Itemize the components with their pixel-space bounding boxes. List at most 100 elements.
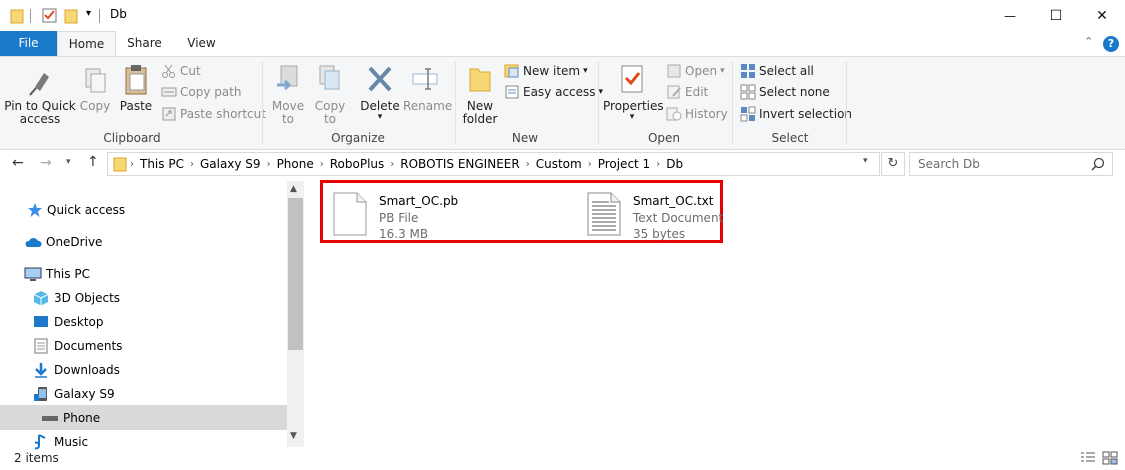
scrollbar-thumb[interactable] xyxy=(288,198,303,350)
nav-item-this-pc[interactable]: This PC xyxy=(24,262,90,286)
help-icon[interactable]: ? xyxy=(1103,36,1119,52)
refresh-icon[interactable]: ↻ xyxy=(881,152,905,176)
breadcrumb-chevron-icon[interactable]: › xyxy=(264,159,274,170)
nav-item-phone[interactable]: Phone xyxy=(41,406,100,430)
rename-button[interactable]: Rename xyxy=(403,63,452,113)
address-history-dropdown-icon[interactable]: ▾ xyxy=(863,156,868,166)
breadcrumb-custom[interactable]: Custom xyxy=(533,157,585,171)
copy-icon xyxy=(85,68,106,93)
file-name: Smart_OC.pb xyxy=(379,194,459,208)
maximize-button[interactable]: ☐ xyxy=(1033,0,1079,31)
delete-button[interactable]: Delete ▾ xyxy=(360,63,400,122)
copy-to-icon xyxy=(319,65,340,90)
new-folder-quick-icon[interactable] xyxy=(64,7,78,24)
nav-item-label: Music xyxy=(54,435,89,449)
easy-access-button[interactable]: Easy access ▾ xyxy=(504,83,603,101)
tab-home[interactable]: Home xyxy=(57,31,116,57)
copy-to-button[interactable]: Copy to xyxy=(310,63,350,126)
properties-icon xyxy=(621,65,643,93)
properties-dropdown-icon[interactable]: ▾ xyxy=(603,113,661,122)
breadcrumb-chevron-icon[interactable]: › xyxy=(127,159,137,170)
address-bar[interactable]: › This PC › Galaxy S9 › Phone › RoboPlus… xyxy=(107,152,880,176)
cut-button[interactable]: Cut xyxy=(161,62,201,80)
file-item[interactable]: Smart_OC.txt Text Document 35 bytes xyxy=(587,190,723,241)
breadcrumb-project-1[interactable]: Project 1 xyxy=(595,157,654,171)
new-item-label: New item xyxy=(523,64,581,78)
file-type: PB File xyxy=(379,211,419,225)
new-item-button[interactable]: New item ▾ xyxy=(504,62,588,80)
tab-file[interactable]: File xyxy=(0,31,57,56)
customize-quick-access-icon[interactable]: ▾ xyxy=(86,8,91,19)
search-box[interactable] xyxy=(909,152,1113,176)
breadcrumb-chevron-icon[interactable]: › xyxy=(387,159,397,170)
edit-button[interactable]: Edit xyxy=(666,83,708,101)
tab-share[interactable]: Share xyxy=(117,31,172,56)
paste-shortcut-button[interactable]: Paste shortcut xyxy=(161,105,266,123)
forward-arrow-icon[interactable]: → xyxy=(40,155,52,171)
breadcrumb-roboplus[interactable]: RoboPlus xyxy=(327,157,388,171)
up-arrow-icon[interactable]: ↑ xyxy=(87,154,99,170)
breadcrumb-this-pc[interactable]: This PC xyxy=(137,157,187,171)
item-count: 2 items xyxy=(14,451,59,465)
breadcrumb-chevron-icon[interactable]: › xyxy=(653,159,663,170)
invert-selection-button[interactable]: Invert selection xyxy=(740,105,852,123)
delete-dropdown-icon[interactable]: ▾ xyxy=(360,113,400,122)
nav-item-3d-objects[interactable]: 3D Objects xyxy=(33,286,120,310)
copy-button[interactable]: Copy xyxy=(76,65,114,113)
search-input[interactable] xyxy=(910,153,1096,175)
select-none-button[interactable]: Select none xyxy=(740,83,830,101)
paste-label: Paste xyxy=(119,99,153,113)
breadcrumb-chevron-icon[interactable]: › xyxy=(317,159,327,170)
history-button[interactable]: History xyxy=(666,105,728,123)
scroll-up-icon[interactable]: ▲ xyxy=(290,184,297,194)
nav-item-documents[interactable]: Documents xyxy=(33,334,122,358)
breadcrumb-robotis-engineer[interactable]: ROBOTIS ENGINEER xyxy=(397,157,522,171)
properties-quick-icon[interactable] xyxy=(42,7,57,24)
move-to-button[interactable]: Move to xyxy=(268,63,308,126)
folder-icon xyxy=(10,7,24,24)
nav-item-onedrive[interactable]: OneDrive xyxy=(24,230,102,254)
ribbon: Pin to Quick access Copy Paste Cut Copy … xyxy=(0,56,1125,150)
nav-item-desktop[interactable]: Desktop xyxy=(33,310,104,334)
blank-file-icon xyxy=(333,192,367,236)
ribbon-tabs: File Home Share View ⌃ ? xyxy=(0,31,1125,57)
scroll-down-icon[interactable]: ▼ xyxy=(290,431,297,441)
easy-access-label: Easy access xyxy=(523,85,596,99)
minimize-button[interactable]: — xyxy=(987,0,1033,31)
large-icons-view-icon[interactable] xyxy=(1102,451,1118,465)
download-icon xyxy=(35,363,47,378)
properties-button[interactable]: Properties ▾ xyxy=(603,63,664,122)
computer-icon xyxy=(24,267,42,281)
group-separator xyxy=(262,61,263,145)
file-size: 16.3 MB xyxy=(379,227,429,241)
pin-to-quick-access-button[interactable]: Pin to Quick access xyxy=(4,65,76,126)
tab-view[interactable]: View xyxy=(174,31,229,56)
select-all-button[interactable]: Select all xyxy=(740,62,814,80)
invert-selection-label: Invert selection xyxy=(759,107,853,121)
paste-button[interactable]: Paste xyxy=(117,63,155,113)
star-icon xyxy=(28,203,42,217)
recent-locations-icon[interactable]: ▾ xyxy=(66,157,71,167)
breadcrumb-phone[interactable]: Phone xyxy=(274,157,317,171)
file-item[interactable]: Smart_OC.pb PB File 16.3 MB xyxy=(333,190,553,241)
close-button[interactable]: ✕ xyxy=(1079,0,1125,31)
group-separator xyxy=(598,61,599,145)
breadcrumb-chevron-icon[interactable]: › xyxy=(523,159,533,170)
open-button[interactable]: Open ▾ xyxy=(666,62,725,80)
breadcrumb-db[interactable]: Db xyxy=(663,157,686,171)
collapse-ribbon-icon[interactable]: ⌃ xyxy=(1084,35,1093,48)
nav-item-galaxy-s9[interactable]: Galaxy S9 xyxy=(33,382,115,406)
nav-scrollbar[interactable]: ▲ ▼ xyxy=(287,181,304,447)
details-view-icon[interactable] xyxy=(1080,451,1096,465)
select-all-icon xyxy=(741,64,755,78)
back-arrow-icon[interactable]: ← xyxy=(12,155,24,171)
nav-item-quick-access[interactable]: Quick access xyxy=(27,198,125,222)
search-icon[interactable] xyxy=(1091,157,1105,171)
new-folder-button[interactable]: New folder xyxy=(460,63,500,126)
breadcrumb-chevron-icon[interactable]: › xyxy=(585,159,595,170)
nav-item-downloads[interactable]: Downloads xyxy=(33,358,120,382)
copy-path-button[interactable]: Copy path xyxy=(161,83,242,101)
open-group-label: Open xyxy=(647,131,681,145)
breadcrumb-chevron-icon[interactable]: › xyxy=(187,159,197,170)
breadcrumb-galaxy-s9[interactable]: Galaxy S9 xyxy=(197,157,264,171)
